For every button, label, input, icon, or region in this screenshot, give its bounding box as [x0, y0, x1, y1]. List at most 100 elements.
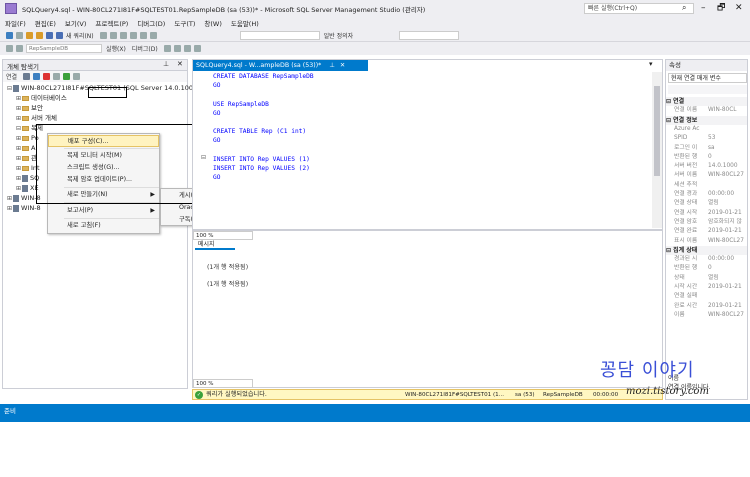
property-row[interactable]: 상태 열림: [666, 274, 747, 283]
cut-icon[interactable]: [119, 31, 127, 39]
back-icon[interactable]: [6, 31, 13, 39]
copy-icon[interactable]: [129, 31, 137, 39]
disconnect-icon[interactable]: [33, 73, 41, 80]
tree-node[interactable]: ⊞ 보안: [3, 103, 187, 113]
undo-icon[interactable]: [139, 31, 147, 39]
editor-zoom-combo[interactable]: 100 %: [193, 231, 253, 240]
maximize-button[interactable]: 🗗: [717, 2, 725, 14]
menu-tools[interactable]: 도구(T): [174, 18, 195, 28]
close-icon[interactable]: ✕: [177, 60, 183, 68]
property-key: 연결 이름: [674, 107, 698, 114]
pin-icon[interactable]: ⊥: [329, 62, 335, 69]
reports-item[interactable]: 보고서(P) ▶: [48, 205, 159, 217]
tree-node[interactable]: ⊞ 서버 개체: [3, 113, 187, 123]
folder-icon: [22, 115, 29, 121]
menu-window[interactable]: 창(W): [204, 18, 221, 28]
find-combo[interactable]: [399, 30, 460, 40]
property-row[interactable]: 연결 경과 00:00:00: [666, 190, 747, 199]
property-row[interactable]: 이름 WIN-80CL27: [666, 311, 747, 320]
connect-button[interactable]: 연결: [6, 72, 17, 81]
save-icon[interactable]: [46, 31, 53, 39]
menu-edit[interactable]: 편집(E): [35, 18, 56, 28]
result-message: (1개 행 적용됨): [207, 264, 249, 271]
property-value: WIN-80CL27: [708, 311, 744, 318]
menu-bar: 파일(F) 편집(E) 보기(V) 프로젝트(P) 디버그(D) 도구(T) 창…: [0, 17, 750, 29]
minimize-button[interactable]: –: [701, 2, 706, 14]
results-grid-icon[interactable]: [173, 45, 181, 52]
property-row[interactable]: 연결 암호 암호화되지 않: [666, 218, 747, 227]
config-combo[interactable]: [239, 30, 320, 40]
menu-file[interactable]: 파일(F): [5, 18, 26, 28]
property-row[interactable]: 완료 시간 2019-01-21: [666, 302, 747, 311]
menu-debug[interactable]: 디버그(D): [137, 18, 165, 28]
save-all-icon[interactable]: [56, 31, 63, 39]
property-row[interactable]: 서버 버전 14.0.1000: [666, 162, 747, 171]
menu-project[interactable]: 프로젝트(P): [95, 18, 128, 28]
property-row[interactable]: 반환된 행 0: [666, 153, 747, 162]
comment-icon[interactable]: [183, 45, 191, 52]
property-row[interactable]: 표시 이름 WIN-80CL27: [666, 237, 747, 246]
stop-icon[interactable]: [43, 73, 51, 80]
code-line: CREATE TABLE Rep (C1 int): [213, 128, 307, 136]
sql-code[interactable]: CREATE DATABASE RepSampleDB GO USE RepSamp…: [213, 72, 314, 182]
refresh-item[interactable]: 새로 고침(F): [48, 220, 159, 232]
forward-icon[interactable]: [16, 31, 23, 39]
property-key: 서버 이름: [674, 172, 698, 179]
quick-launch-input[interactable]: 빠른 실행(Ctrl+Q): [584, 3, 694, 14]
tab-overflow-icon[interactable]: ▾: [649, 60, 653, 68]
property-row[interactable]: Azure Ac: [666, 125, 747, 134]
open-file-icon[interactable]: [36, 31, 43, 39]
properties-object-combo[interactable]: 현재 연결 매개 변수: [668, 73, 747, 83]
result-message: (1개 행 적용됨): [207, 281, 249, 288]
redo-icon[interactable]: [149, 31, 157, 39]
property-row[interactable]: 연결 상태 열림: [666, 199, 747, 208]
property-category[interactable]: ⊟ 연결: [666, 97, 747, 107]
property-category[interactable]: ⊟ 연결 정보: [666, 115, 747, 125]
activity-icon[interactable]: [73, 73, 81, 80]
server-icon: [22, 184, 28, 192]
property-value: 0: [708, 265, 712, 272]
close-button[interactable]: ✕: [735, 2, 743, 14]
property-row[interactable]: 연결 완료 2019-01-21: [666, 227, 747, 236]
property-row[interactable]: 경과된 시 00:00:00: [666, 255, 747, 264]
search-icon[interactable]: ⌕: [682, 3, 686, 13]
scrollbar-thumb[interactable]: [654, 86, 660, 176]
query-status-text: 쿼리가 실행되었습니다.: [206, 391, 267, 398]
menu-view[interactable]: 보기(V): [65, 18, 86, 28]
connect-icon[interactable]: [6, 45, 13, 52]
property-row[interactable]: 시작 시간 2019-01-21: [666, 283, 747, 292]
menu-help[interactable]: 도움말(H): [231, 18, 259, 28]
execute-button[interactable]: 실행(X): [106, 44, 126, 53]
collapse-icon[interactable]: ⊟: [201, 154, 206, 161]
filter-icon[interactable]: [53, 73, 61, 80]
parse-icon[interactable]: [163, 45, 171, 52]
refresh-icon[interactable]: [63, 73, 71, 80]
property-row[interactable]: 연결 시작 2019-01-21: [666, 209, 747, 218]
change-connection-icon[interactable]: [16, 45, 23, 52]
new-query-button[interactable]: 새 쿼리(N): [66, 31, 94, 40]
property-row[interactable]: SPID 53: [666, 134, 747, 143]
messages-tab[interactable]: 메시지: [195, 240, 235, 250]
property-row[interactable]: 로그인 이 sa: [666, 144, 747, 153]
property-row[interactable]: 반환된 행 0: [666, 264, 747, 273]
query-icon[interactable]: [109, 31, 117, 39]
database-combo[interactable]: RepSampleDB: [26, 44, 102, 53]
connect-icon[interactable]: [23, 73, 31, 80]
property-row[interactable]: 서버 이름 WIN-80CL27: [666, 171, 747, 180]
close-icon[interactable]: ✕: [340, 62, 345, 69]
property-row[interactable]: 세션 추적: [666, 181, 747, 190]
results-zoom-combo[interactable]: 100 %: [193, 379, 253, 388]
pin-icon[interactable]: ⊥: [163, 60, 169, 68]
code-line: INSERT INTO Rep VALUES (1): [213, 155, 310, 163]
vertical-scrollbar[interactable]: [652, 72, 662, 228]
property-category[interactable]: ⊟ 집계 상태: [666, 245, 747, 256]
solution-platform-combo[interactable]: 일반 정의자: [324, 31, 354, 40]
query-icon[interactable]: [99, 31, 107, 39]
new-project-icon[interactable]: [26, 31, 33, 39]
editor-tab[interactable]: SQLQuery4.sql - W...ampleDB (sa (53))* ⊥…: [193, 60, 368, 71]
indent-icon[interactable]: [193, 45, 201, 52]
property-row[interactable]: 연결 이름 WIN-80CL: [666, 106, 747, 115]
debug-button[interactable]: 디버그(D): [132, 44, 158, 53]
property-row[interactable]: 연결 실패: [666, 292, 747, 301]
